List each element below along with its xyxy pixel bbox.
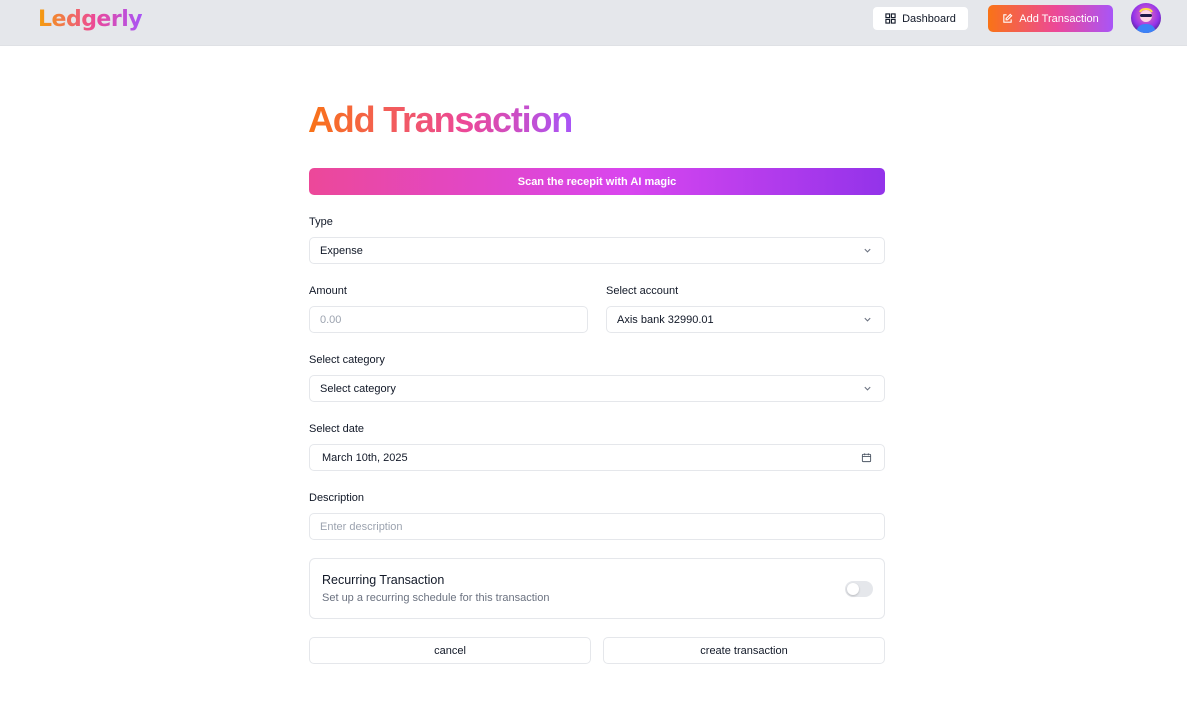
account-value: Axis bank 32990.01 — [617, 313, 714, 326]
toggle-knob — [847, 583, 859, 595]
amount-placeholder: 0.00 — [320, 313, 342, 326]
account-label: Select account — [606, 285, 679, 297]
description-label: Description — [309, 492, 365, 504]
add-transaction-button[interactable]: Add Transaction — [988, 5, 1113, 32]
category-select[interactable]: Select category — [309, 375, 885, 402]
calendar-icon — [861, 453, 872, 463]
chevron-down-icon — [864, 317, 871, 322]
recurring-transaction-card: Recurring Transaction Set up a recurring… — [309, 558, 885, 619]
recurring-subtitle: Set up a recurring schedule for this tra… — [322, 592, 550, 604]
dashboard-label: Dashboard — [902, 12, 956, 25]
chevron-down-icon — [864, 386, 871, 391]
add-transaction-label: Add Transaction — [1019, 12, 1099, 25]
description-input[interactable]: Enter description — [309, 513, 885, 540]
dashboard-icon — [885, 13, 896, 24]
chevron-down-icon — [864, 248, 871, 253]
category-value: Select category — [320, 382, 396, 395]
scan-receipt-button[interactable]: Scan the recepit with AI magic — [309, 168, 885, 195]
type-label: Type — [309, 216, 333, 228]
page-title: Add Transaction — [308, 99, 573, 140]
user-avatar[interactable] — [1131, 3, 1161, 33]
date-value: March 10th, 2025 — [322, 451, 408, 464]
category-label: Select category — [309, 354, 385, 366]
date-picker[interactable]: March 10th, 2025 — [309, 444, 885, 471]
app-logo[interactable]: Ledgerly — [38, 7, 143, 32]
dashboard-button[interactable]: Dashboard — [872, 6, 969, 31]
amount-label: Amount — [309, 285, 347, 297]
recurring-toggle[interactable] — [845, 581, 873, 597]
type-select[interactable]: Expense — [309, 237, 885, 264]
cancel-button[interactable]: cancel — [309, 637, 591, 664]
avatar-image — [1136, 8, 1156, 33]
recurring-title: Recurring Transaction — [322, 573, 445, 587]
date-label: Select date — [309, 423, 365, 435]
account-select[interactable]: Axis bank 32990.01 — [606, 306, 885, 333]
amount-input[interactable]: 0.00 — [309, 306, 588, 333]
top-navbar: Ledgerly Dashboard Add Transaction — [0, 0, 1187, 46]
type-value: Expense — [320, 244, 363, 257]
description-placeholder: Enter description — [320, 520, 403, 533]
pen-square-icon — [1003, 13, 1013, 23]
create-transaction-button[interactable]: create transaction — [603, 637, 885, 664]
